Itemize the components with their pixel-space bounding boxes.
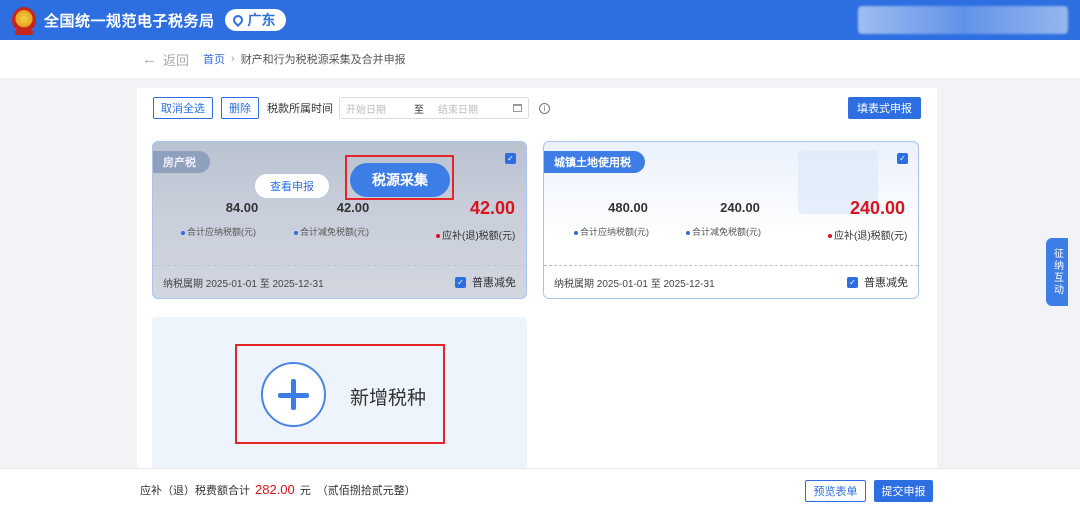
preferential-checkbox[interactable]: ✓ [847, 276, 858, 288]
card-checkbox[interactable]: ✓ [897, 153, 908, 164]
total-payable-caption: 合计应纳税额(元) [181, 225, 256, 238]
preferential-checkbox[interactable]: ✓ [455, 276, 466, 288]
location-pin-icon [230, 12, 245, 28]
deselect-all-button[interactable]: 取消全选 [153, 97, 213, 119]
due-caption: 应补(退)税额(元) [436, 227, 515, 242]
form-declare-button[interactable]: 填表式申报 [848, 97, 921, 119]
total-relief-caption: 合计减免税额(元) [686, 225, 761, 238]
tax-name-tag: 城镇土地使用税 [544, 151, 645, 173]
user-info-blurred[interactable] [858, 6, 1068, 34]
start-date-input[interactable]: 开始日期 [346, 101, 386, 116]
total-unit: 元 [299, 484, 311, 497]
calendar-icon [513, 104, 522, 112]
total-amount: 282.00 [255, 482, 295, 497]
preferential-relief[interactable]: ✓ 普惠减免 [455, 274, 516, 290]
toolbar: 取消全选 删除 税款所属时间 开始日期 至 结束日期 i 填表式申报 [153, 97, 921, 119]
date-to-label: 至 [414, 104, 424, 116]
breadcrumb: 首页 › 财产和行为税税源采集及合并申报 [203, 51, 406, 67]
submit-declaration-button[interactable]: 提交申报 [874, 480, 933, 502]
site-title: 全国统一规范电子税务局 [44, 12, 215, 30]
tax-period: 纳税属期 2025-01-01 至 2025-12-31 [163, 278, 324, 290]
end-date-input[interactable]: 结束日期 [438, 101, 478, 116]
due-caption: 应补(退)税额(元) [828, 227, 907, 242]
total-payable-value: 480.00 [608, 200, 648, 215]
info-icon[interactable]: i [539, 102, 550, 114]
breadcrumb-separator: › [231, 53, 235, 65]
total-payable-caption: 合计应纳税额(元) [574, 225, 649, 238]
top-header: 全国统一规范电子税务局 广东 [0, 0, 1080, 40]
delete-button[interactable]: 删除 [221, 97, 259, 119]
view-declaration-button[interactable]: 查看申报 [255, 174, 329, 198]
total-relief-value: 240.00 [720, 200, 760, 215]
preferential-label: 普惠减免 [864, 277, 908, 289]
footer-total: 应补（退）税费额合计 282.00 元 （贰佰捌拾贰元整） [140, 482, 416, 498]
highlight-box-collection [345, 155, 454, 200]
highlight-box-add-tax [235, 344, 445, 444]
card-footer: 纳税属期 2025-01-01 至 2025-12-31 ✓ 普惠减免 [153, 265, 526, 298]
preview-form-button[interactable]: 预览表单 [805, 480, 866, 502]
breadcrumb-home-link[interactable]: 首页 [203, 51, 225, 67]
back-arrow-icon: ← [142, 50, 157, 68]
back-button[interactable]: ← 返回 [142, 50, 189, 69]
tax-period: 纳税属期 2025-01-01 至 2025-12-31 [554, 278, 715, 290]
preferential-relief[interactable]: ✓ 普惠减免 [847, 274, 908, 290]
total-label: 应补（退）税费额合计 [140, 484, 250, 497]
breadcrumb-bar: ← 返回 首页 › 财产和行为税税源采集及合并申报 [0, 40, 1080, 78]
tax-card-land-use[interactable]: 城镇土地使用税 ✓ 480.00 合计应纳税额(元) 240.00 合计减免税额… [543, 141, 919, 299]
total-payable-value: 84.00 [225, 200, 259, 215]
region-label: 广东 [247, 12, 276, 28]
due-amount: 240.00 [850, 198, 906, 218]
interaction-side-tab[interactable]: 征纳互动 [1046, 238, 1068, 306]
total-relief-caption: 合计减免税额(元) [294, 225, 369, 238]
period-label: 税款所属时间 [267, 103, 333, 115]
back-label: 返回 [163, 52, 190, 68]
tax-emblem-icon [12, 7, 36, 35]
preferential-label: 普惠减免 [472, 277, 516, 289]
date-range-picker[interactable]: 开始日期 至 结束日期 [339, 97, 529, 119]
amount-in-words: （贰佰捌拾贰元整） [316, 484, 416, 497]
tax-card-property[interactable]: 房产税 ✓ 84.00 合计应纳税额(元) 42.00 合计减免税额(元) 42… [152, 141, 527, 299]
due-amount: 42.00 [470, 198, 516, 218]
card-footer: 纳税属期 2025-01-01 至 2025-12-31 ✓ 普惠减免 [544, 265, 918, 298]
region-selector[interactable]: 广东 [224, 9, 286, 31]
card-checkbox[interactable]: ✓ [505, 153, 516, 164]
total-relief-value: 42.00 [336, 200, 370, 215]
breadcrumb-current: 财产和行为税税源采集及合并申报 [240, 54, 406, 66]
tax-name-tag: 房产税 [153, 151, 210, 173]
